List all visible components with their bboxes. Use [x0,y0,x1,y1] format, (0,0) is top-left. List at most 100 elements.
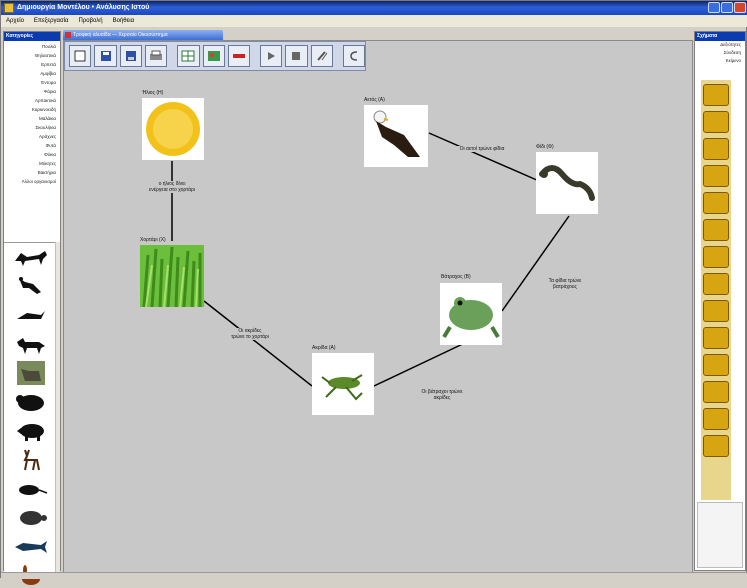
grid-icon[interactable] [177,45,200,67]
organism-fox[interactable] [7,245,55,269]
shape-button[interactable] [703,84,729,106]
node-label-sun: Ήλιος (Η) [142,90,164,96]
title-bar: Δημιουργία Μοντέλου • Ανάλυσης Ιστού [1,1,747,15]
shape-button[interactable] [703,354,729,376]
node-sun[interactable] [142,98,204,160]
right-item-skills[interactable]: Δεξιότητες [695,41,745,49]
node-label-grass: Χορτάρι (Χ) [140,237,166,243]
save-icon[interactable] [94,45,117,67]
category-item[interactable]: Σκουλήκια [4,123,60,132]
shape-button[interactable] [703,165,729,187]
organism-tortoise[interactable] [7,506,55,530]
node-frog[interactable] [440,283,502,345]
category-item[interactable]: Φύκια [4,150,60,159]
canvas-toolbar [64,41,366,71]
organism-fish[interactable] [7,535,55,559]
shape-button[interactable] [703,138,729,160]
organism-list [4,242,60,585]
node-snake[interactable] [536,152,598,214]
close-tab-icon[interactable] [65,32,71,38]
category-item[interactable]: Ερπετά [4,60,60,69]
undo-icon[interactable] [342,45,366,67]
organism-rat[interactable] [7,477,55,501]
shape-button[interactable] [703,381,729,403]
minimize-button[interactable] [708,2,720,13]
new-icon[interactable] [69,45,92,67]
organism-deer-photo[interactable] [7,361,55,385]
color-icon[interactable] [227,45,251,67]
maximize-button[interactable] [721,2,733,13]
shape-button[interactable] [703,192,729,214]
app-icon [4,3,14,13]
shape-button[interactable] [703,111,729,133]
edge-label-sun-grass: ο ήλιος δίνει ενέργεια στο χορτάρι [130,181,214,193]
window-title: Δημιουργία Μοντέλου • Ανάλυσης Ιστού [17,4,150,11]
category-item[interactable]: Βακτήρια [4,168,60,177]
organism-deer[interactable] [7,448,55,472]
shape-button[interactable] [703,300,729,322]
edge-grass-grasshopper [203,300,313,387]
document-tab-label: Τροφική αλυσίδα — Χερσαίο Οικοσύστημα [73,32,168,38]
node-label-snake: Φίδι (Φ) [536,144,554,150]
print-icon[interactable] [145,45,168,67]
category-item[interactable]: Αράχνες [4,132,60,141]
category-item[interactable]: Μαλάκια [4,114,60,123]
menu-bar: Αρχείο Επεξεργασία Προβολή Βοήθεια [1,15,747,27]
shape-button[interactable] [703,246,729,268]
stop-icon[interactable] [285,45,308,67]
organism-wolf[interactable] [7,332,55,356]
edge-grasshopper-frog [373,340,470,387]
edge-label-snake-eagle: Οι αετοί τρώνε φίδια [436,146,528,152]
right-panel: Σχήματα Δεξιότητες Σύνδεση Κείμενο [694,31,746,571]
category-item[interactable]: Καρκινοειδή [4,105,60,114]
organism-boar[interactable] [7,419,55,443]
node-label-grasshopper: Ακρίδα (Α) [312,345,336,351]
right-item-link[interactable]: Σύνδεση [695,49,745,57]
shape-button[interactable] [703,408,729,430]
node-label-eagle: Αετός (Α) [364,97,385,103]
category-item[interactable]: Θηλαστικά [4,51,60,60]
edge-label-grasshopper-frog: Οι βάτραχοι τρώνε ακρίδες [402,389,482,401]
shape-button[interactable] [703,219,729,241]
category-item[interactable]: Ψάρια [4,87,60,96]
diagram-canvas[interactable]: Ήλιος (Η) ο ήλιος δίνει ενέργεια στο χορ… [63,40,693,573]
pen-icon[interactable] [310,45,333,67]
shape-button[interactable] [703,435,729,457]
node-eagle[interactable] [364,105,428,167]
shape-button[interactable] [703,273,729,295]
menu-file[interactable]: Αρχείο [6,15,24,27]
edge-frog-snake [501,215,570,312]
node-label-frog: Βάτραχος (Β) [441,274,471,280]
category-item[interactable]: Έντομα [4,78,60,87]
app-window: Δημιουργία Μοντέλου • Ανάλυσης Ιστού Αρχ… [0,0,747,585]
save-as-icon[interactable] [119,45,143,67]
organism-eagle[interactable] [7,274,55,298]
edge-label-grass-grasshopper: Οι ακρίδες τρώνε το χορτάρι [214,328,286,340]
category-item[interactable]: Αρπακτικά [4,96,60,105]
edge-label-frog-snake: Τα φίδια τρώνε βατράχους [530,278,600,290]
left-panel-header: Κατηγορίες [4,32,60,41]
edge-snake-eagle [428,132,540,182]
document-tab[interactable]: Τροφική αλυσίδα — Χερσαίο Οικοσύστημα [63,30,223,40]
play-icon[interactable] [259,45,283,67]
menu-edit[interactable]: Επεξεργασία [34,15,69,27]
right-panel-preview [697,502,743,568]
menu-help[interactable]: Βοήθεια [113,15,135,27]
close-button[interactable] [734,2,746,13]
node-grass[interactable] [140,245,204,307]
menu-view[interactable]: Προβολή [79,15,103,27]
organism-scrollbar[interactable] [55,242,60,572]
category-item[interactable]: Άλλοι οργανισμοί [4,177,60,186]
image-icon[interactable] [202,45,225,67]
category-item[interactable]: Πουλιά [4,42,60,51]
category-item[interactable]: Φυτά [4,141,60,150]
category-item[interactable]: Μύκητες [4,159,60,168]
node-grasshopper[interactable] [312,353,374,415]
organism-bear[interactable] [7,390,55,414]
category-list: Πουλιά Θηλαστικά Ερπετά Αμφίβια Έντομα Ψάρια Α… [4,42,60,240]
organism-hawk[interactable] [7,303,55,327]
right-item-text[interactable]: Κείμενο [695,57,745,65]
right-panel-header: Σχήματα [695,32,745,41]
category-item[interactable]: Αμφίβια [4,69,60,78]
shape-button[interactable] [703,327,729,349]
